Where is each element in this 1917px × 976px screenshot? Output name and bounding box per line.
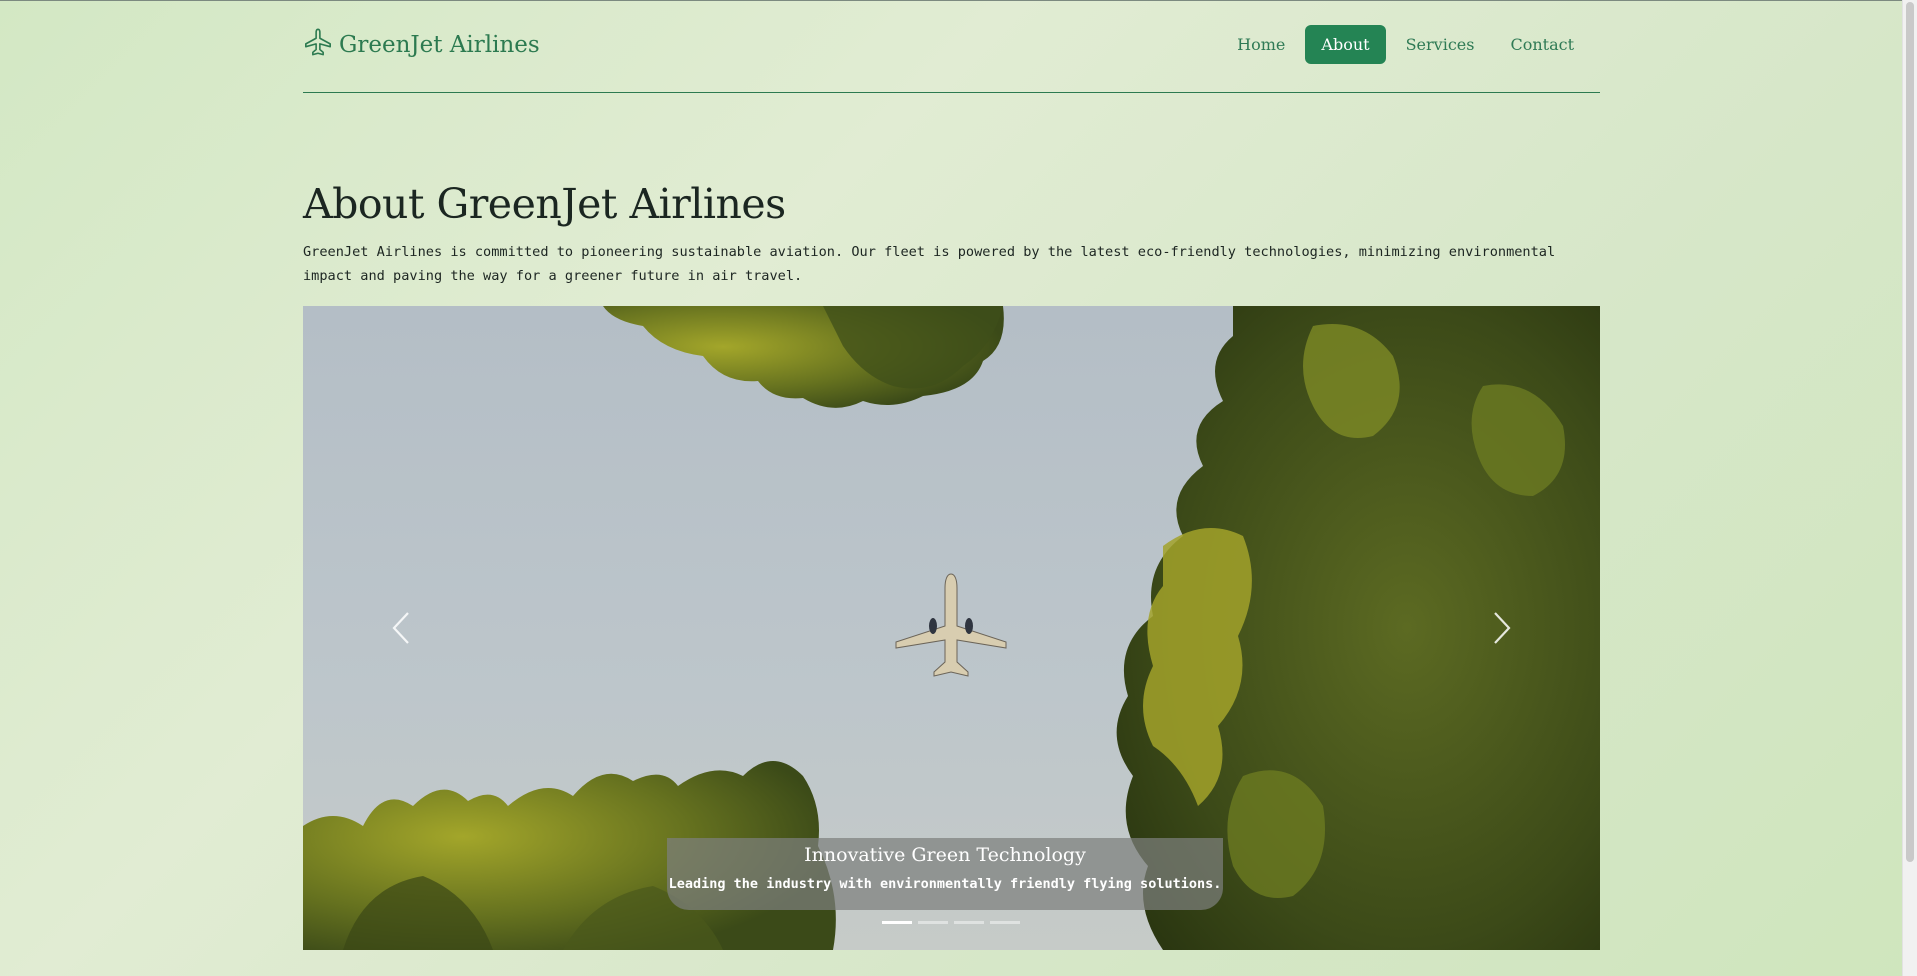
carousel-caption: Innovative Green Technology Leading the … (667, 838, 1223, 910)
image-carousel: Innovative Green Technology Leading the … (303, 306, 1600, 950)
nav-about[interactable]: About (1305, 24, 1386, 64)
nav-home[interactable]: Home (1221, 25, 1301, 64)
airplane-icon (303, 27, 333, 63)
page-title: About GreenJet Airlines (303, 180, 786, 228)
caption-text: Leading the industry with environmentall… (668, 876, 1222, 892)
about-description: GreenJet Airlines is committed to pionee… (303, 244, 1556, 284)
navbar: GreenJet Airlines Home About Services Co… (303, 0, 1600, 93)
carousel-indicator-3[interactable] (954, 921, 984, 924)
page-scrollbar[interactable] (1902, 0, 1917, 976)
caption-title: Innovative Green Technology (804, 844, 1086, 866)
nav-contact[interactable]: Contact (1494, 25, 1590, 64)
page-container: GreenJet Airlines Home About Services Co… (303, 0, 1600, 950)
carousel-next-button[interactable] (1472, 596, 1532, 660)
carousel-indicator-1[interactable] (882, 921, 912, 924)
scrollbar-thumb[interactable] (1906, 2, 1914, 862)
chevron-right-icon (1494, 612, 1511, 644)
carousel-indicators (882, 921, 1020, 924)
brand-name: GreenJet Airlines (339, 31, 540, 58)
carousel-prev-button[interactable] (371, 596, 431, 660)
brand-logo[interactable]: GreenJet Airlines (303, 27, 540, 63)
nav-services[interactable]: Services (1390, 25, 1491, 64)
nav-links: Home About Services Contact (1221, 24, 1590, 64)
chevron-left-icon (392, 612, 409, 644)
carousel-indicator-2[interactable] (918, 921, 948, 924)
carousel-indicator-4[interactable] (990, 921, 1020, 924)
